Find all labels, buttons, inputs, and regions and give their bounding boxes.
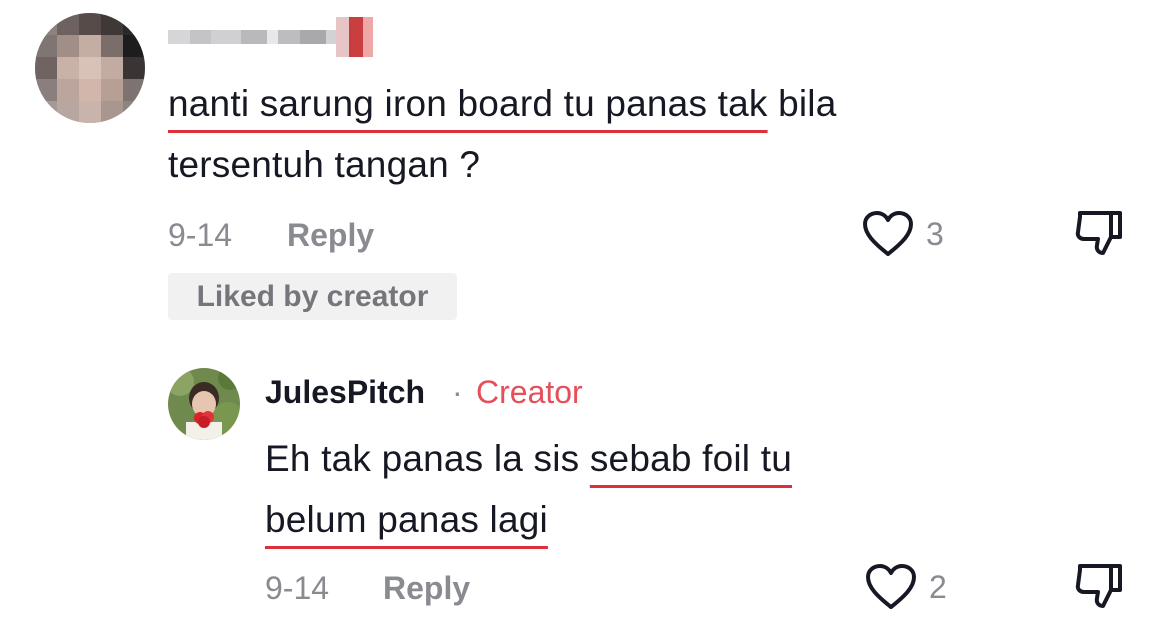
- heart-outline-icon: [863, 211, 913, 256]
- dislike-button[interactable]: [1073, 209, 1125, 262]
- like-button[interactable]: 3: [862, 210, 944, 258]
- reply-like-button[interactable]: 2: [865, 563, 947, 611]
- reply-button[interactable]: Reply: [287, 217, 374, 254]
- reply-text-underlined-1: sebab foil tu: [589, 438, 792, 479]
- thumbs-down-icon: [1075, 211, 1122, 255]
- comment-text: nanti sarung iron board tu panas tak bil…: [168, 73, 1068, 195]
- reply-like-count: 2: [929, 568, 947, 605]
- reply-reply-button[interactable]: Reply: [383, 570, 470, 607]
- comment-date: 9-14: [168, 217, 233, 253]
- creator-avatar[interactable]: [168, 368, 240, 440]
- reply-text-underlined-2: belum panas lagi: [265, 499, 548, 540]
- reply-dislike-button[interactable]: [1073, 562, 1125, 615]
- creator-badge: Creator: [476, 374, 583, 410]
- liked-by-creator-badge: Liked by creator: [168, 273, 457, 320]
- comment-text-rest: bila: [767, 83, 837, 124]
- comment-text-line2: tersentuh tangan ?: [168, 144, 481, 185]
- thumbs-down-icon: [1075, 564, 1122, 608]
- username-redacted[interactable]: [168, 15, 374, 59]
- heart-outline-icon: [866, 564, 916, 609]
- creator-avatar-image: [168, 368, 240, 440]
- reply-text-plain: Eh tak panas la sis: [265, 438, 590, 479]
- reply-text: Eh tak panas la sis sebab foil tu belum …: [265, 428, 1065, 550]
- like-count: 3: [926, 215, 944, 252]
- creator-username[interactable]: JulesPitch: [265, 374, 425, 411]
- reply-date: 9-14: [265, 570, 330, 606]
- username-separator: ·: [452, 374, 463, 410]
- comment-text-underlined: nanti sarung iron board tu panas tak: [168, 83, 768, 124]
- avatar[interactable]: [35, 13, 145, 123]
- avatar-image: [35, 13, 145, 123]
